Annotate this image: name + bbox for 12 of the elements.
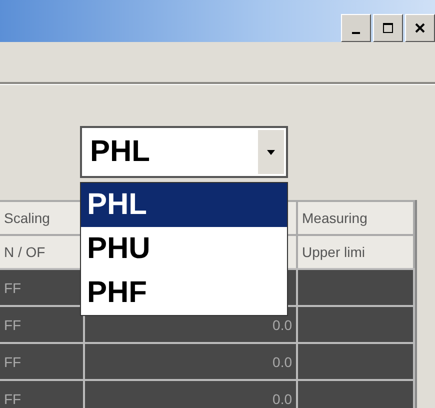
dropdown-arrow-icon [267,150,275,154]
column-header: Measuring [298,200,415,234]
combo-box[interactable]: PHL [80,126,288,178]
table-cell: FF [0,381,85,408]
table-cell: 0.0 [85,381,298,408]
maximize-icon [383,23,393,33]
minimize-button[interactable] [341,14,371,42]
minimize-icon [352,32,360,34]
maximize-button[interactable] [373,14,403,42]
dropdown-option[interactable]: PHL [81,183,287,227]
close-button[interactable] [405,14,435,42]
close-icon [415,23,425,33]
